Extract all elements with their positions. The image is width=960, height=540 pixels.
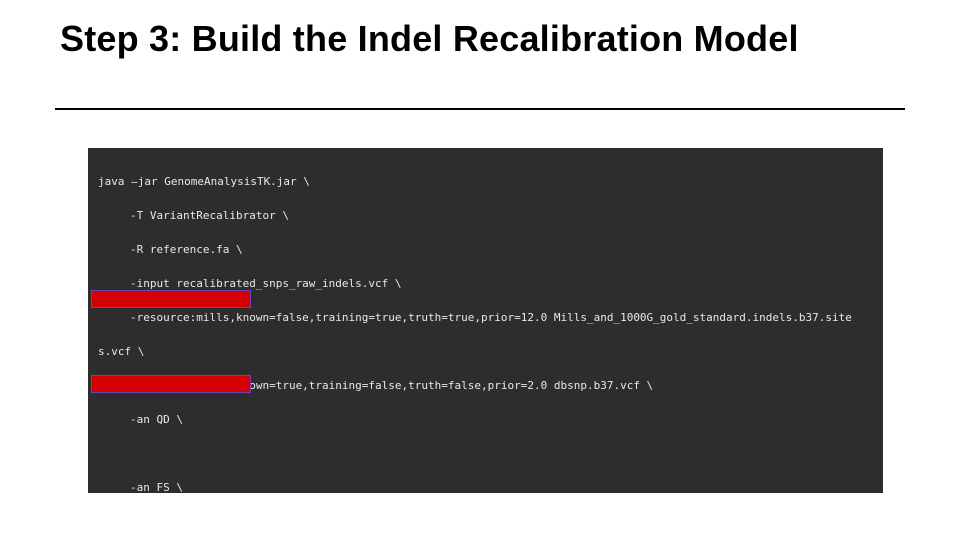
- code-line: -T VariantRecalibrator \: [98, 207, 873, 224]
- code-line: -an FS \: [98, 479, 873, 493]
- slide: Step 3: Build the Indel Recalibration Mo…: [0, 0, 960, 540]
- code-line: -resource:mills,known=false,training=tru…: [98, 309, 873, 326]
- code-line: -an QD \: [98, 411, 873, 428]
- code-line: java –jar GenomeAnalysisTK.jar \: [98, 173, 873, 190]
- title-underline: [55, 108, 905, 110]
- slide-title: Step 3: Build the Indel Recalibration Mo…: [60, 18, 880, 59]
- code-line: -R reference.fa \: [98, 241, 873, 258]
- code-line-redacted: [98, 445, 873, 462]
- redaction-box: [91, 375, 251, 393]
- code-block: java –jar GenomeAnalysisTK.jar \ -T Vari…: [88, 148, 883, 493]
- redaction-box: [91, 290, 251, 308]
- code-line: s.vcf \: [98, 343, 873, 360]
